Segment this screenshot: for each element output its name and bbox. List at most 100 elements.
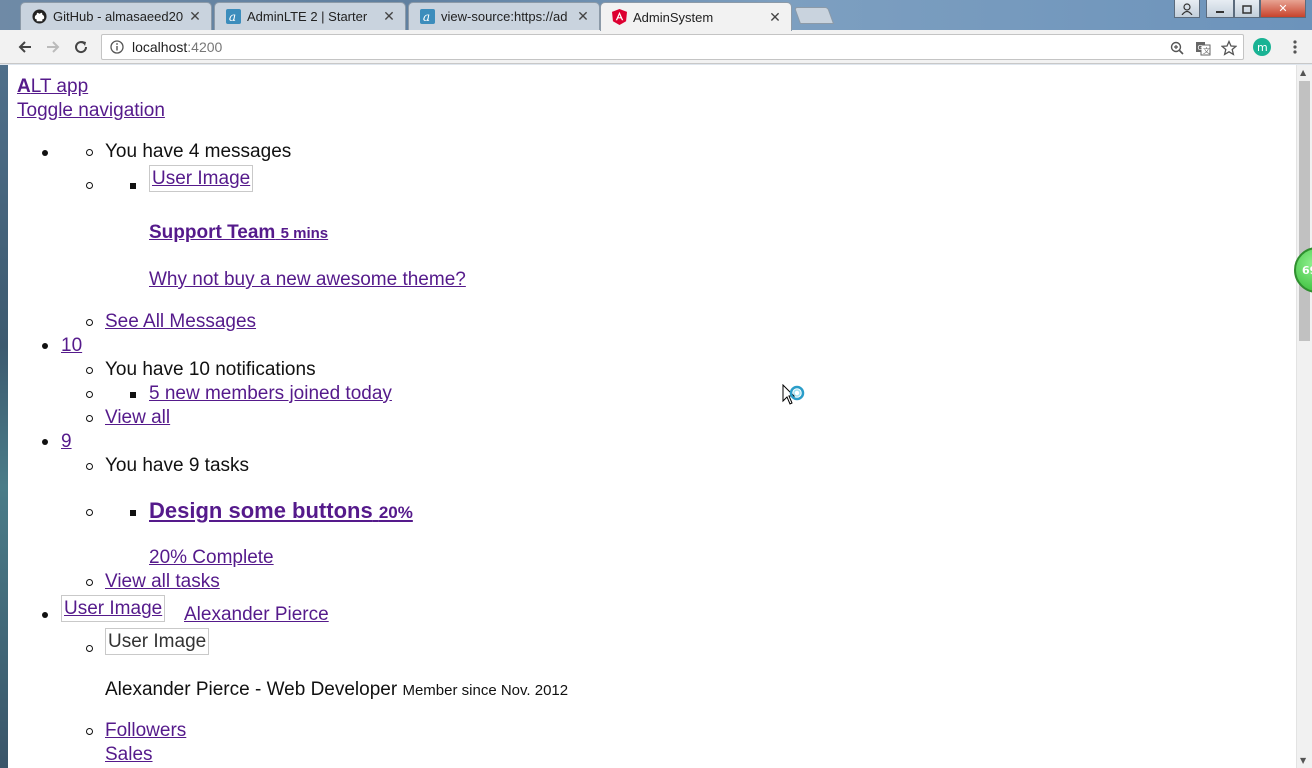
tasks-header: You have 9 tasks (105, 455, 250, 476)
see-all-messages-link[interactable]: See All Messages (105, 311, 256, 333)
svg-text:文: 文 (1203, 46, 1210, 55)
translate-icon[interactable]: G文 (1193, 38, 1213, 58)
task-title-link[interactable]: Design some buttons 20% (149, 500, 413, 524)
notifications-count-link[interactable]: 10 (61, 335, 82, 357)
list-bullet (42, 439, 48, 445)
arrow-left-icon (18, 41, 31, 53)
toggle-navigation-link[interactable]: Toggle navigation (17, 100, 165, 122)
user-menu-image[interactable]: User Image (61, 595, 166, 622)
task-progress-link[interactable]: 20% Complete (149, 547, 274, 569)
tab-title: AdminSystem (633, 9, 714, 25)
github-icon (31, 9, 47, 25)
list-bullet (42, 150, 48, 156)
adminlte-icon: a (225, 9, 241, 25)
list-bullet (86, 728, 93, 735)
window-close-button[interactable]: ✕ (1260, 0, 1306, 18)
user-role: Alexander Pierce - Web Developer (105, 679, 398, 700)
minimize-button[interactable] (1206, 0, 1234, 18)
close-icon[interactable]: ✕ (187, 8, 203, 25)
close-icon[interactable]: ✕ (767, 9, 783, 26)
svg-text:m: m (1257, 41, 1268, 54)
message-user-image[interactable]: User Image (149, 165, 254, 192)
user-name-link[interactable]: Alexander Pierce (184, 604, 329, 626)
logo-bold: A (17, 76, 31, 97)
profile-icon[interactable] (1174, 0, 1200, 18)
arrow-right-icon (47, 41, 60, 53)
user-title: Alexander Pierce - Web Developer Member … (105, 679, 568, 702)
tab-adminsystem[interactable]: AdminSystem ✕ (600, 2, 792, 31)
list-bullet (130, 510, 136, 516)
image-alt-text: User Image (152, 167, 251, 189)
message-text-link[interactable]: Why not buy a new awesome theme? (149, 269, 466, 291)
list-bullet (86, 509, 93, 516)
menu-button[interactable] (1284, 36, 1306, 58)
adminlte-icon: a (419, 9, 435, 25)
info-icon[interactable] (108, 38, 126, 56)
list-bullet (86, 391, 93, 398)
task-percent: 20% (378, 503, 413, 522)
sales-link[interactable]: Sales (105, 744, 153, 766)
image-alt-text: User Image (64, 597, 163, 619)
message-time: 5 mins (280, 225, 329, 242)
user-header-image: User Image (105, 628, 210, 655)
list-bullet (130, 183, 136, 189)
svg-text:a: a (228, 10, 235, 24)
extension-icon[interactable]: m (1253, 38, 1271, 56)
logo-text: LT app (30, 76, 89, 97)
tab-github[interactable]: GitHub - almasaeed20 ✕ (20, 2, 212, 30)
list-bullet (86, 645, 93, 652)
list-bullet (86, 149, 93, 156)
maximize-button[interactable] (1234, 0, 1260, 18)
kebab-menu-icon (1293, 40, 1297, 54)
tab-adminlte-starter[interactable]: a AdminLTE 2 | Starter ✕ (214, 2, 406, 30)
back-button[interactable] (14, 36, 36, 58)
scrollbar-thumb[interactable] (1299, 81, 1310, 341)
svg-text:a: a (422, 10, 429, 24)
reload-icon (75, 41, 88, 54)
close-icon[interactable]: ✕ (575, 8, 591, 25)
list-bullet (130, 392, 136, 398)
new-tab-button[interactable] (793, 7, 835, 24)
message-sender: Support Team (149, 222, 276, 243)
list-bullet (86, 415, 93, 422)
view-all-notifications-link[interactable]: View all (105, 407, 170, 429)
list-bullet (86, 463, 93, 470)
followers-link[interactable]: Followers (105, 720, 186, 742)
desktop-edge (0, 65, 8, 768)
view-all-tasks-link[interactable]: View all tasks (105, 571, 220, 593)
list-bullet (86, 367, 93, 374)
reload-button[interactable] (70, 36, 92, 58)
vertical-scrollbar[interactable]: ▲ ▼ (1296, 65, 1312, 768)
list-bullet (86, 182, 93, 189)
scroll-up-icon[interactable]: ▲ (1300, 68, 1306, 77)
angular-icon (611, 9, 627, 25)
zoom-icon[interactable] (1167, 38, 1187, 58)
browser-toolbar: localhost:4200 G文 m (0, 30, 1312, 64)
scroll-down-icon[interactable]: ▼ (1300, 756, 1306, 765)
list-bullet (42, 343, 48, 349)
close-icon[interactable]: ✕ (381, 8, 397, 25)
notifications-header: You have 10 notifications (105, 359, 316, 380)
tab-title: AdminLTE 2 | Starter (247, 9, 368, 24)
tab-strip: GitHub - almasaeed20 ✕ a AdminLTE 2 | St… (0, 0, 1312, 31)
messages-header: You have 4 messages (105, 141, 292, 162)
url-port: :4200 (187, 39, 223, 55)
notification-item-link[interactable]: 5 new members joined today (149, 383, 392, 405)
list-bullet (86, 579, 93, 586)
tab-title: view-source:https://ad (441, 9, 568, 24)
star-icon[interactable] (1219, 38, 1239, 58)
tab-title: GitHub - almasaeed20 (53, 9, 184, 24)
tab-view-source[interactable]: a view-source:https://ad ✕ (408, 2, 600, 30)
image-alt-text: User Image (108, 630, 207, 652)
list-bullet (42, 612, 48, 618)
address-bar[interactable]: localhost:4200 G文 (101, 34, 1244, 60)
forward-button[interactable] (42, 36, 64, 58)
page-content: ALT app Toggle navigation You have 4 mes… (8, 65, 1296, 768)
list-bullet (86, 319, 93, 326)
message-sender-link[interactable]: Support Team 5 mins (149, 222, 328, 245)
tasks-count-link[interactable]: 9 (61, 431, 72, 453)
logo-link[interactable]: ALT app (17, 76, 88, 98)
busy-cursor-icon (782, 384, 805, 405)
task-title: Design some buttons (149, 498, 373, 523)
url-host: localhost (132, 39, 188, 55)
